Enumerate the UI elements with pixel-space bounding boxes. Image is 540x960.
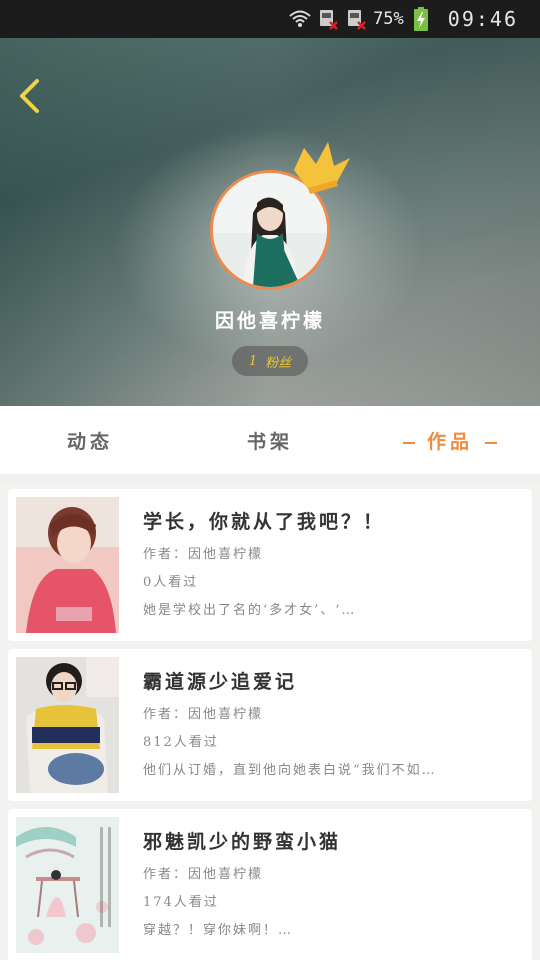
- book-cover: [16, 497, 119, 633]
- book-views: 174人看过: [143, 895, 219, 910]
- book-cover: [16, 657, 119, 793]
- list-item[interactable]: 霸道源少追爱记 作者：因他喜柠檬 812人看过 他们从订婚，直到他向她表白说“我…: [8, 649, 532, 801]
- wifi-icon: [289, 8, 311, 30]
- book-description: 她是学校出了名的‘多才女’、‘…: [143, 603, 357, 618]
- book-title: 邪魅凯少的野蛮小猫: [143, 831, 342, 853]
- list-item[interactable]: 学长，你就从了我吧？！ 作者：因他喜柠檬 0人看过 她是学校出了名的‘多才女’、…: [8, 489, 532, 641]
- back-button[interactable]: [12, 76, 46, 116]
- profile-tabs: 动态 书架 作品: [0, 406, 540, 482]
- sim1-no-signal-icon: [317, 8, 339, 30]
- profile-header: 因他喜柠檬 1 粉丝: [0, 38, 540, 406]
- book-title: 学长，你就从了我吧？！: [143, 511, 386, 533]
- book-description: 穿越？！穿你妹啊！…: [143, 923, 294, 938]
- book-cover: [16, 817, 119, 953]
- book-author: 作者：因他喜柠檬: [143, 547, 264, 562]
- book-views: 0人看过: [143, 575, 199, 590]
- book-info: 邪魅凯少的野蛮小猫 作者：因他喜柠檬 174人看过 穿越？！穿你妹啊！…: [143, 827, 512, 939]
- clock: 09:46: [447, 7, 518, 31]
- book-views: 812人看过: [143, 735, 219, 750]
- book-info: 霸道源少追爱记 作者：因他喜柠檬 812人看过 他们从订婚，直到他向她表白说“我…: [143, 667, 512, 779]
- tab-bookshelf[interactable]: 书架: [180, 427, 360, 454]
- tab-activity[interactable]: 动态: [0, 427, 180, 454]
- tab-active-dash-right: [485, 441, 497, 444]
- book-author: 作者：因他喜柠檬: [143, 707, 264, 722]
- status-bar: 75% 09:46: [0, 0, 540, 38]
- tab-works[interactable]: 作品: [360, 427, 540, 454]
- book-description: 他们从订婚，直到他向她表白说“我们不如…: [143, 763, 437, 778]
- tab-active-dash-left: [402, 441, 415, 444]
- fans-label: 粉丝: [265, 355, 292, 371]
- list-item[interactable]: 邪魅凯少的野蛮小猫 作者：因他喜柠檬 174人看过 穿越？！穿你妹啊！…: [8, 809, 532, 960]
- chevron-left-icon: [20, 79, 39, 113]
- battery-charging-icon: [410, 7, 432, 31]
- crown-icon: [294, 142, 350, 194]
- battery-percent: 75%: [373, 9, 404, 29]
- tab-works-label: 作品: [426, 430, 473, 453]
- avatar-wrapper: [210, 142, 350, 290]
- book-info: 学长，你就从了我吧？！ 作者：因他喜柠檬 0人看过 她是学校出了名的‘多才女’、…: [143, 507, 512, 619]
- book-title: 霸道源少追爱记: [143, 671, 298, 693]
- book-author: 作者：因他喜柠檬: [143, 867, 264, 882]
- user-nickname: 因他喜柠檬: [214, 310, 325, 332]
- fans-badge[interactable]: 1 粉丝: [232, 346, 308, 376]
- works-list: 学长，你就从了我吧？！ 作者：因他喜柠檬 0人看过 她是学校出了名的‘多才女’、…: [8, 489, 532, 960]
- fans-count: 1: [248, 353, 258, 369]
- sim2-no-signal-icon: [345, 8, 367, 30]
